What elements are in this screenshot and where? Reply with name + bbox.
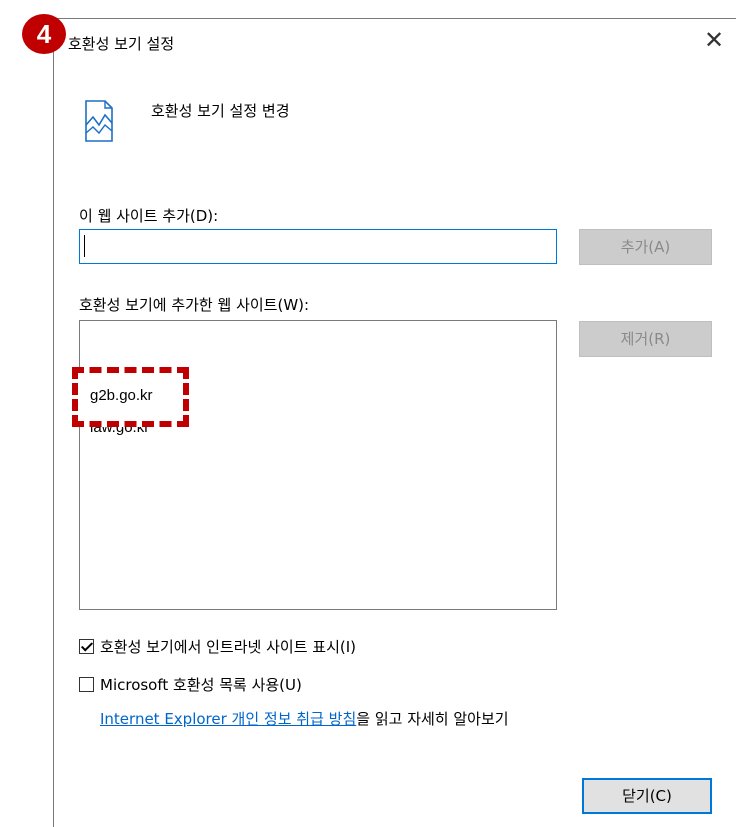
- policy-suffix: 을 읽고 자세히 알아보기: [356, 710, 509, 728]
- dialog-header: 호환성 보기 설정 변경: [151, 102, 290, 120]
- intranet-label: 호환성 보기에서 인트라넷 사이트 표시(I): [100, 638, 357, 656]
- policy-line: Internet Explorer 개인 정보 취급 방침을 읽고 자세히 알아…: [100, 708, 509, 729]
- step-badge: 4: [22, 14, 66, 54]
- remove-button[interactable]: 제거(R): [579, 321, 712, 357]
- compat-view-icon: [85, 100, 113, 142]
- list-item[interactable]: g2b.go.kr: [90, 387, 153, 404]
- close-button[interactable]: 닫기(C): [582, 778, 712, 814]
- privacy-policy-link[interactable]: Internet Explorer 개인 정보 취급 방침: [100, 710, 356, 728]
- ms-list-option[interactable]: Microsoft 호환성 목록 사용(U): [79, 674, 302, 695]
- site-list-label: 호환성 보기에 추가한 웹 사이트(W):: [79, 296, 310, 314]
- intranet-option[interactable]: 호환성 보기에서 인트라넷 사이트 표시(I): [79, 636, 356, 657]
- add-site-label: 이 웹 사이트 추가(D):: [79, 207, 219, 225]
- add-button[interactable]: 추가(A): [579, 229, 712, 265]
- ms-list-checkbox[interactable]: [79, 677, 94, 692]
- close-icon[interactable]: ✕: [700, 26, 728, 54]
- ms-list-label: Microsoft 호환성 목록 사용(U): [100, 676, 302, 694]
- site-list[interactable]: [79, 320, 557, 610]
- dialog-title: 호환성 보기 설정: [68, 35, 175, 53]
- intranet-checkbox[interactable]: [79, 639, 94, 654]
- add-site-input[interactable]: [79, 229, 557, 264]
- text-caret: [84, 235, 85, 257]
